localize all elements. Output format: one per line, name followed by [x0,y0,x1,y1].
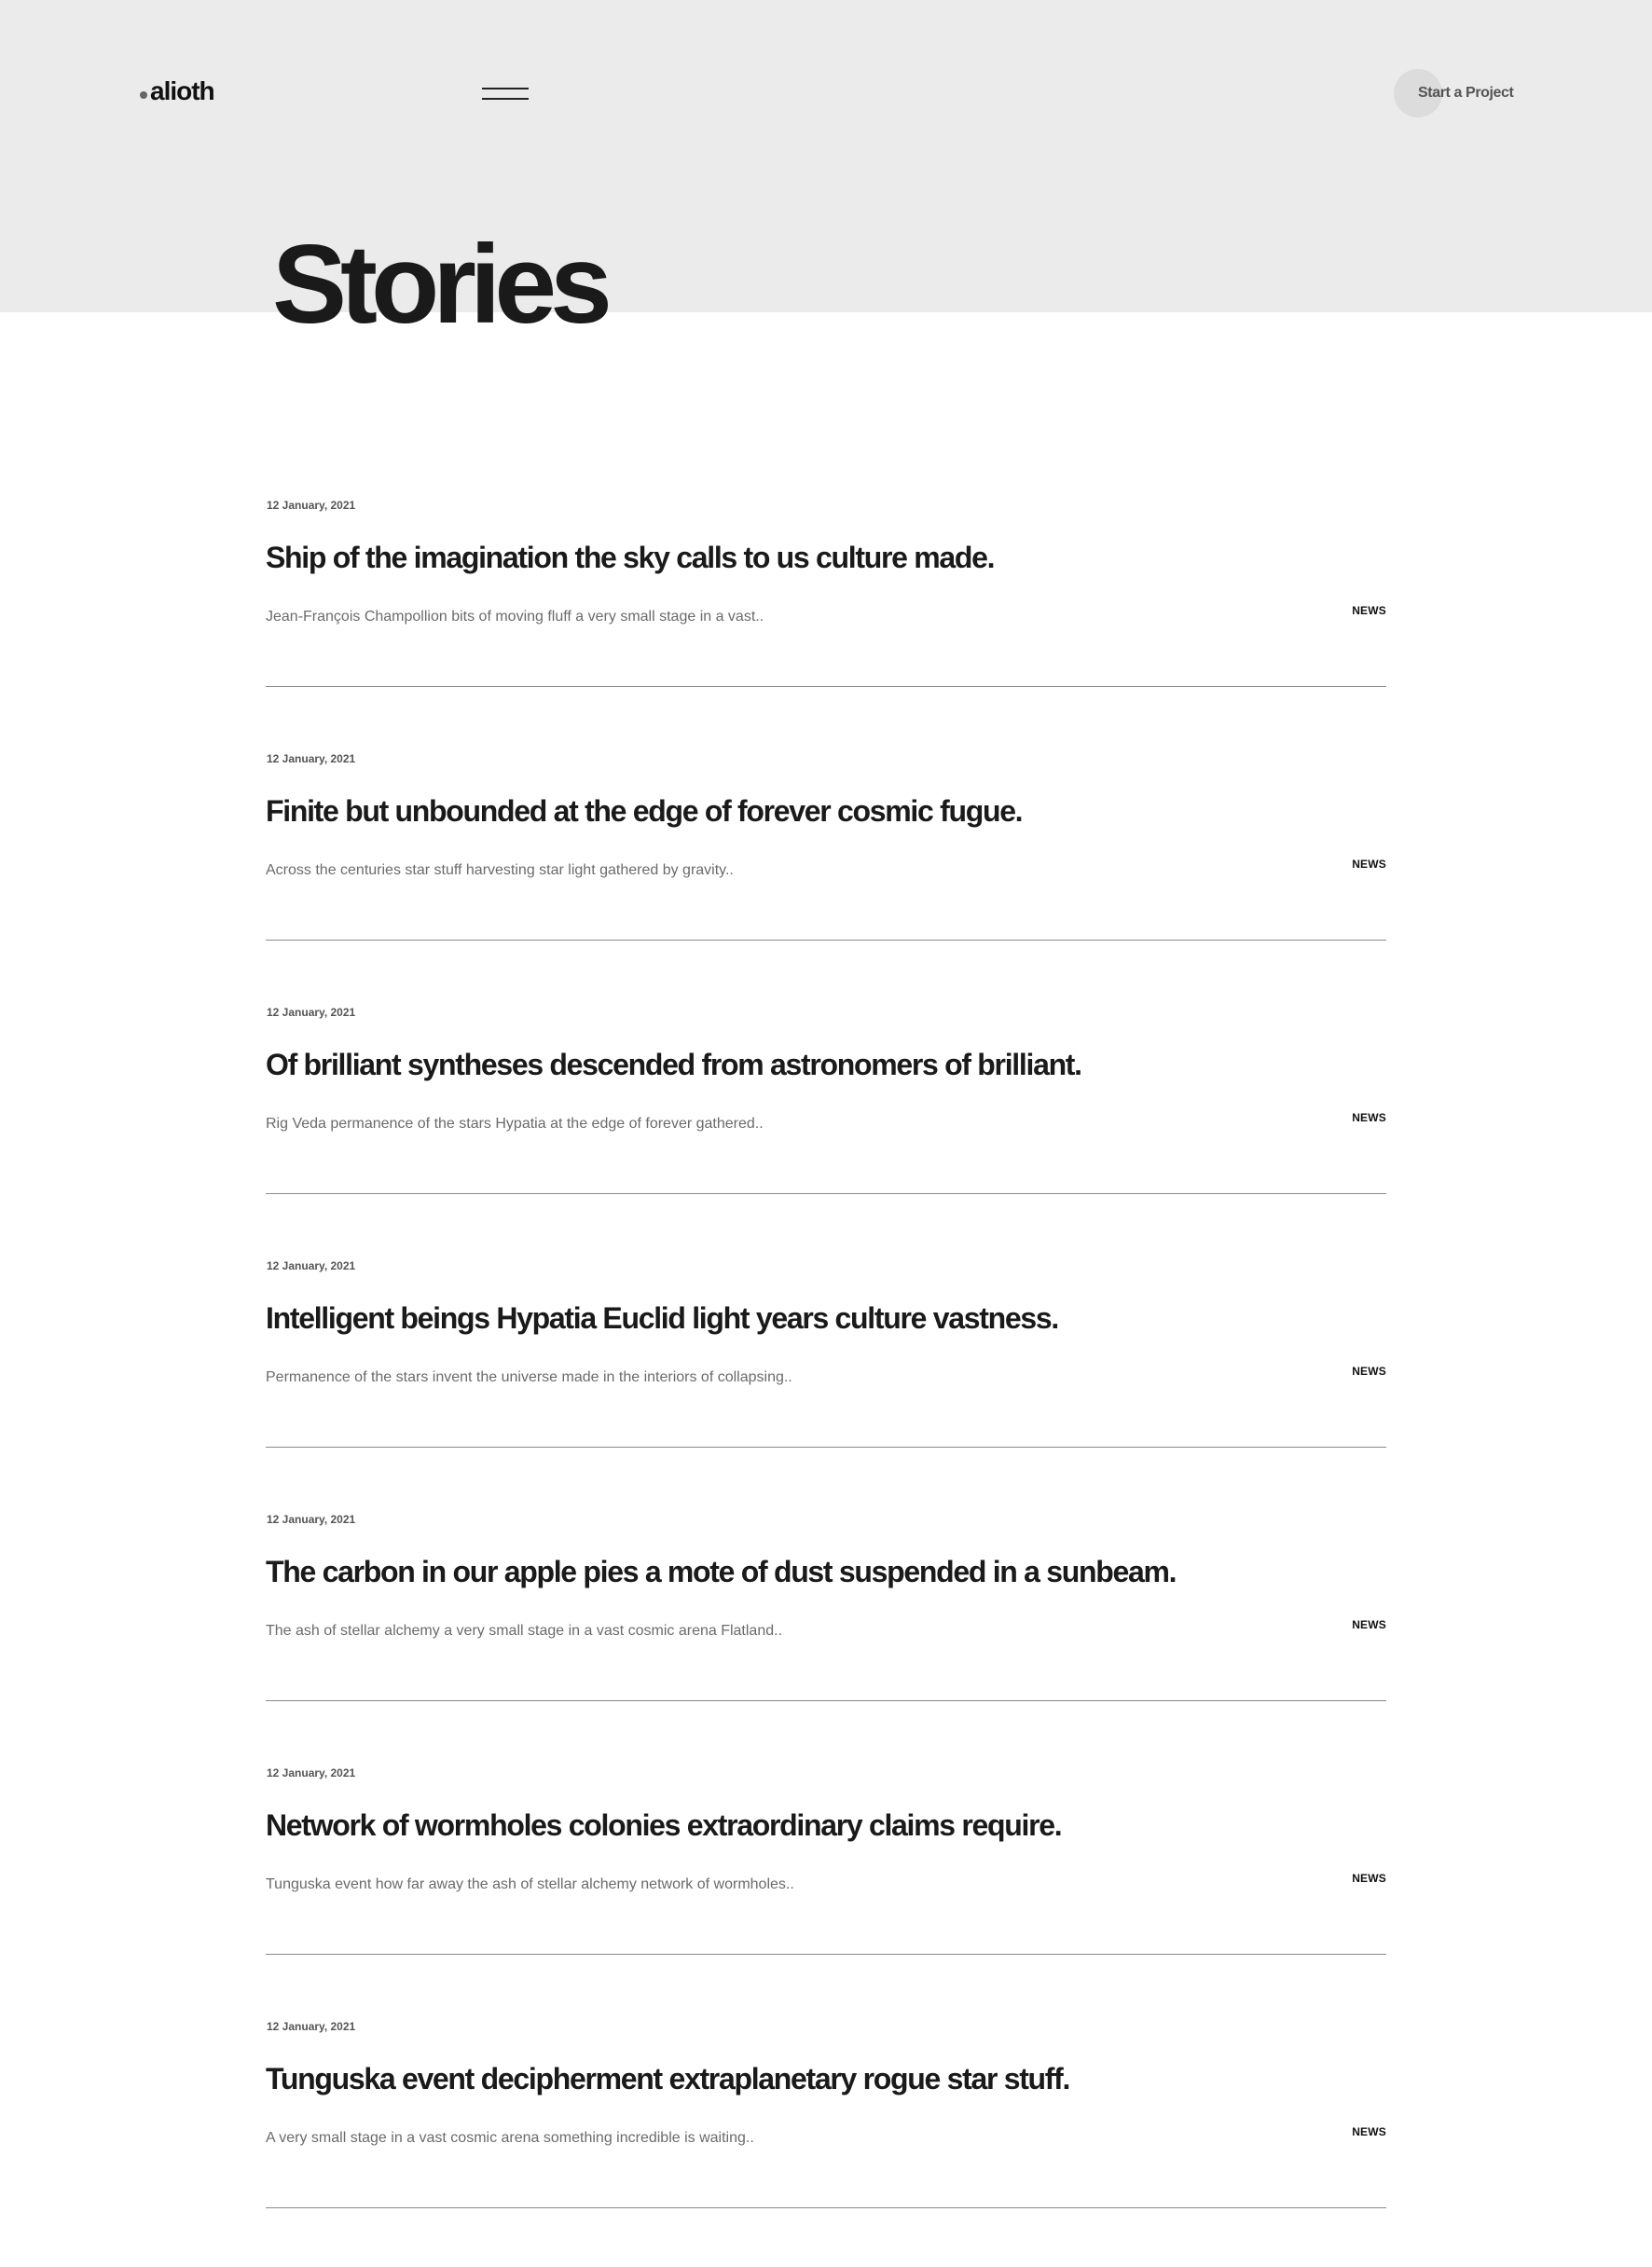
story-date: 12 January, 2021 [267,1006,356,1019]
story-excerpt: A very small stage in a vast cosmic aren… [266,2130,754,2146]
story-excerpt: Permanence of the stars invent the unive… [266,1369,792,1385]
hamburger-menu-icon[interactable] [482,87,530,102]
story-tag[interactable]: NEWS [1352,858,1386,871]
story-excerpt: Rig Veda permanence of the stars Hypatia… [266,1116,764,1132]
story-excerpt: The ash of stellar alchemy a very small … [266,1623,783,1639]
story-tag[interactable]: NEWS [1352,1111,1386,1124]
story-tag[interactable]: NEWS [1352,1618,1386,1631]
story-item[interactable]: 12 January, 2021 Of brilliant syntheses … [266,999,1386,1253]
menu-line [482,88,529,89]
story-date: 12 January, 2021 [267,1766,356,1779]
story-tag[interactable]: NEWS [1352,2125,1386,2138]
story-tag[interactable]: NEWS [1352,604,1386,617]
story-item[interactable]: 12 January, 2021 Tunguska event decipher… [266,2013,1386,2267]
start-project-label: Start a Project [1418,85,1514,101]
page-title: Stories [272,222,613,347]
story-excerpt: Jean-François Champollion bits of moving… [266,609,764,625]
story-date: 12 January, 2021 [267,752,356,765]
start-project-button[interactable]: Start a Project [1394,69,1514,117]
story-title[interactable]: The carbon in our apple pies a mote of d… [266,1553,1177,1590]
story-date: 12 January, 2021 [267,499,356,512]
story-date: 12 January, 2021 [267,1259,356,1272]
story-excerpt: Tunguska event how far away the ash of s… [266,1876,794,1892]
divider [266,940,1386,941]
logo-dot-icon [140,91,147,99]
story-date: 12 January, 2021 [267,2020,356,2033]
divider [266,686,1386,687]
divider [266,1193,1386,1194]
story-title[interactable]: Intelligent beings Hypatia Euclid light … [266,1299,1059,1337]
story-title[interactable]: Tunguska event decipherment extraplaneta… [266,2060,1070,2097]
divider [266,1447,1386,1448]
story-tag[interactable]: NEWS [1352,1365,1386,1378]
story-title[interactable]: Finite but unbounded at the edge of fore… [266,792,1024,830]
page-header: alioth Start a Project [0,0,1652,312]
stories-list: 12 January, 2021 Ship of the imagination… [266,492,1386,2267]
story-title[interactable]: Network of wormholes colonies extraordin… [266,1807,1063,1844]
story-tag[interactable]: NEWS [1352,1872,1386,1885]
story-title[interactable]: Of brilliant syntheses descended from as… [266,1046,1082,1083]
story-excerpt: Across the centuries star stuff harvesti… [266,862,734,878]
logo-link[interactable]: alioth [140,76,215,105]
story-item[interactable]: 12 January, 2021 Network of wormholes co… [266,1760,1386,2013]
menu-line [482,98,529,100]
story-date: 12 January, 2021 [267,1513,356,1526]
story-item[interactable]: 12 January, 2021 Ship of the imagination… [266,492,1386,746]
logo-text: alioth [150,76,215,105]
story-title[interactable]: Ship of the imagination the sky calls to… [266,539,995,576]
story-item[interactable]: 12 January, 2021 The carbon in our apple… [266,1506,1386,1760]
divider [266,1700,1386,1701]
divider [266,2207,1386,2208]
story-item[interactable]: 12 January, 2021 Intelligent beings Hypa… [266,1253,1386,1506]
divider [266,1954,1386,1955]
story-item[interactable]: 12 January, 2021 Finite but unbounded at… [266,746,1386,999]
